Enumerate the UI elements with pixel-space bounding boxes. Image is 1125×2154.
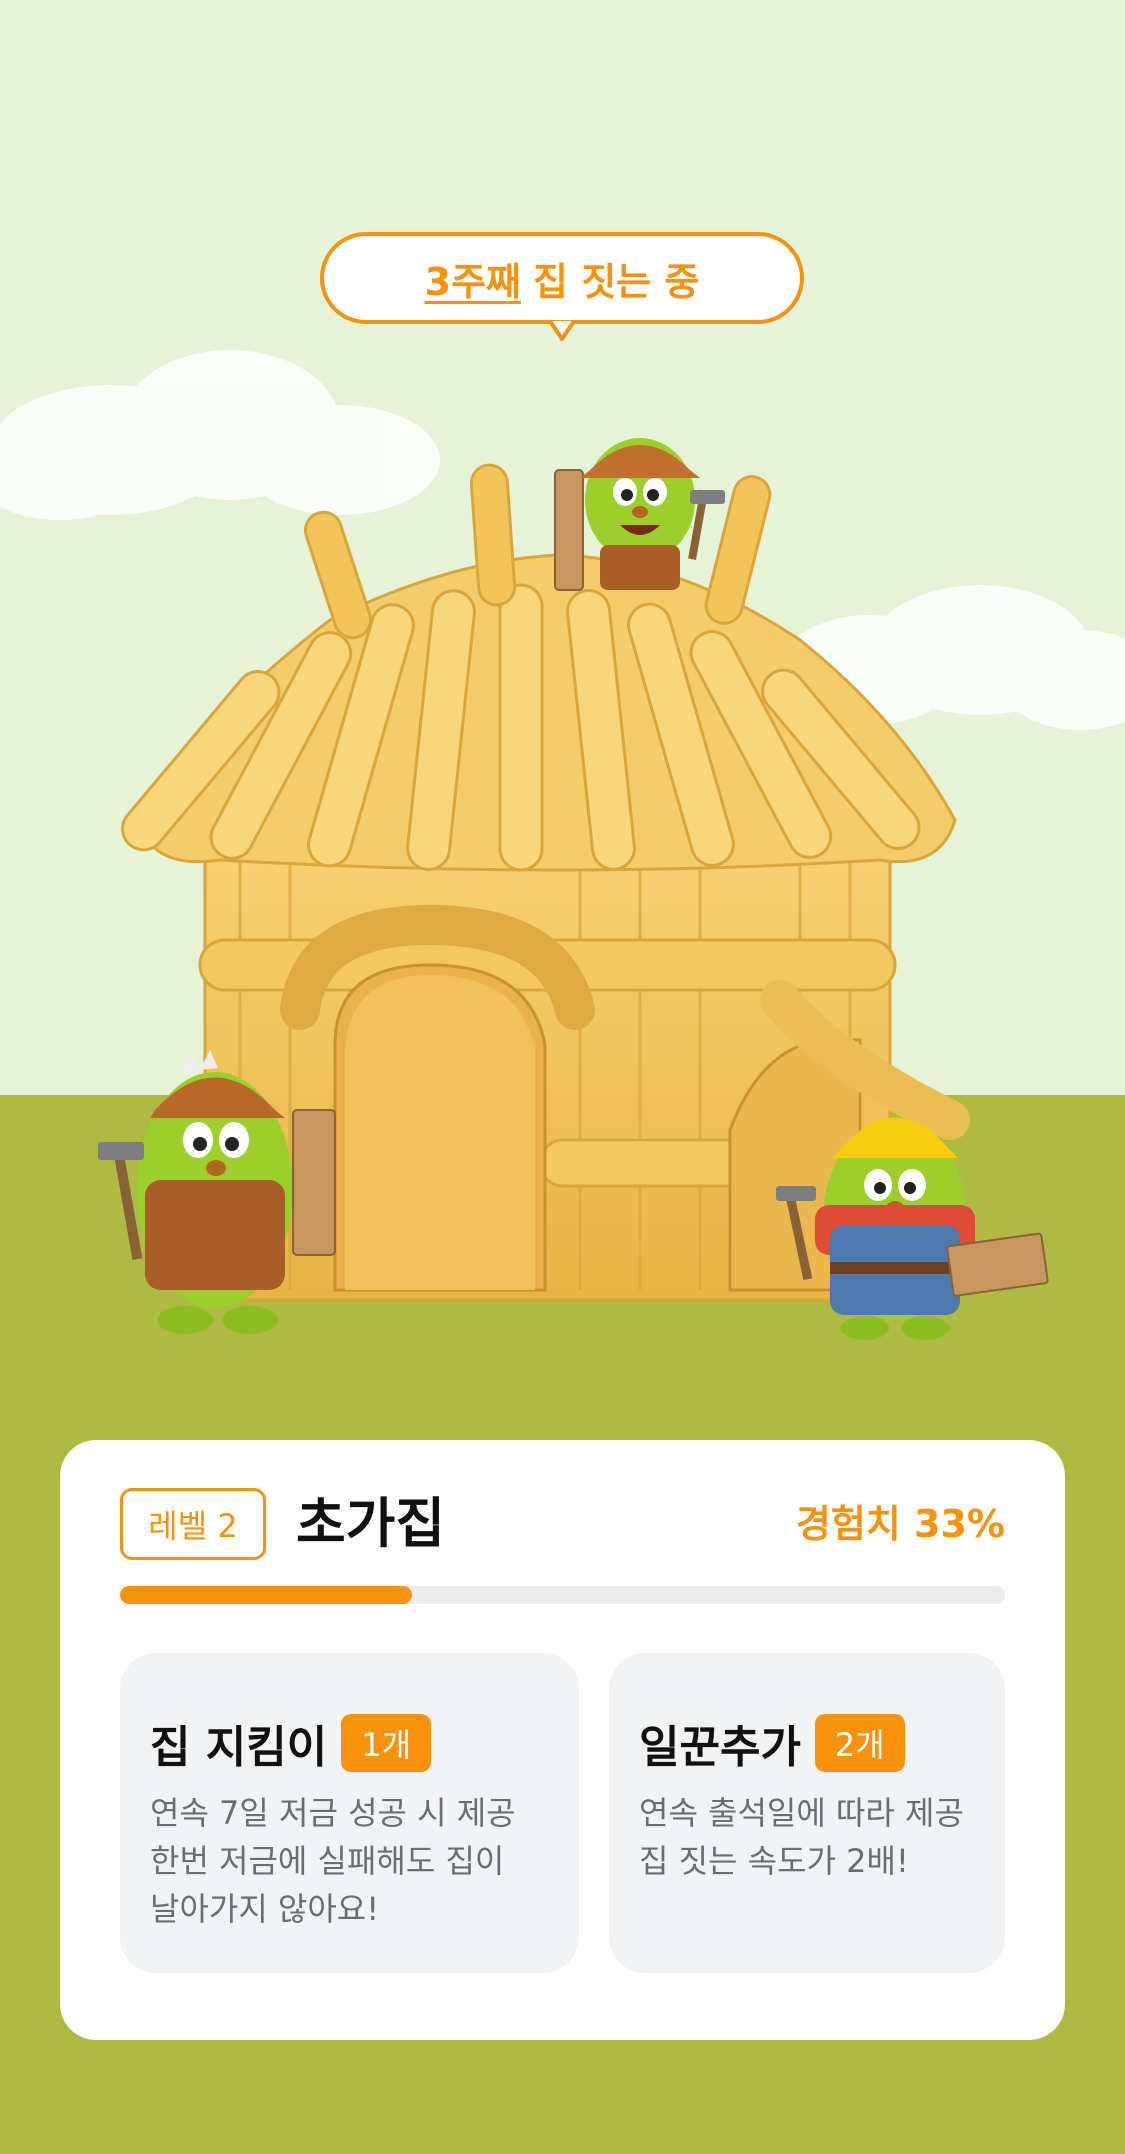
perk-description-line: 연속 7일 저금 성공 시 제공 — [150, 1794, 516, 1832]
house-name-title: 초가집 — [296, 1492, 446, 1555]
perk-title-row: 일꾼추가 2개 — [639, 1711, 975, 1775]
perk-count-badge: 1개 — [341, 1714, 432, 1772]
perk-card-extra-worker[interactable]: 일꾼추가 2개 연속 출석일에 따라 제공 집 짓는 속도가 2배! — [609, 1653, 1005, 1973]
experience-label: 경험치 33% — [795, 1502, 1005, 1546]
perk-title: 일꾼추가 — [639, 1722, 801, 1773]
perk-description: 연속 7일 저금 성공 시 제공 한번 저금에 실패해도 집이 날아가지 않아요… — [150, 1789, 549, 1933]
perk-description-line: 날아가지 않아요! — [150, 1890, 380, 1928]
house-level-card: 레벨 2 초가집 경험치 33% 집 지킴이 1개 연속 7일 저금 성공 시 … — [60, 1440, 1065, 2040]
perk-title: 집 지킴이 — [150, 1722, 328, 1773]
straw-roof — [121, 463, 957, 872]
level-badge: 레벨 2 — [120, 1488, 266, 1560]
perk-description-line: 연속 출석일에 따라 제공 — [639, 1794, 964, 1832]
perk-card-house-guardian[interactable]: 집 지킴이 1개 연속 7일 저금 성공 시 제공 한번 저금에 실패해도 집이… — [120, 1653, 579, 1973]
experience-progress-fill — [120, 1586, 413, 1604]
perk-description: 연속 출석일에 따라 제공 집 짓는 속도가 2배! — [639, 1789, 975, 1885]
perk-title-row: 집 지킴이 1개 — [150, 1711, 549, 1775]
worker-character-top — [554, 438, 725, 591]
house-scene — [98, 438, 1049, 1340]
perk-description-line: 집 짓는 속도가 2배! — [639, 1842, 909, 1880]
perk-description-line: 한번 저금에 실패해도 집이 — [150, 1842, 505, 1880]
experience-progress-bar — [120, 1586, 1005, 1604]
perk-count-badge: 2개 — [814, 1714, 905, 1772]
